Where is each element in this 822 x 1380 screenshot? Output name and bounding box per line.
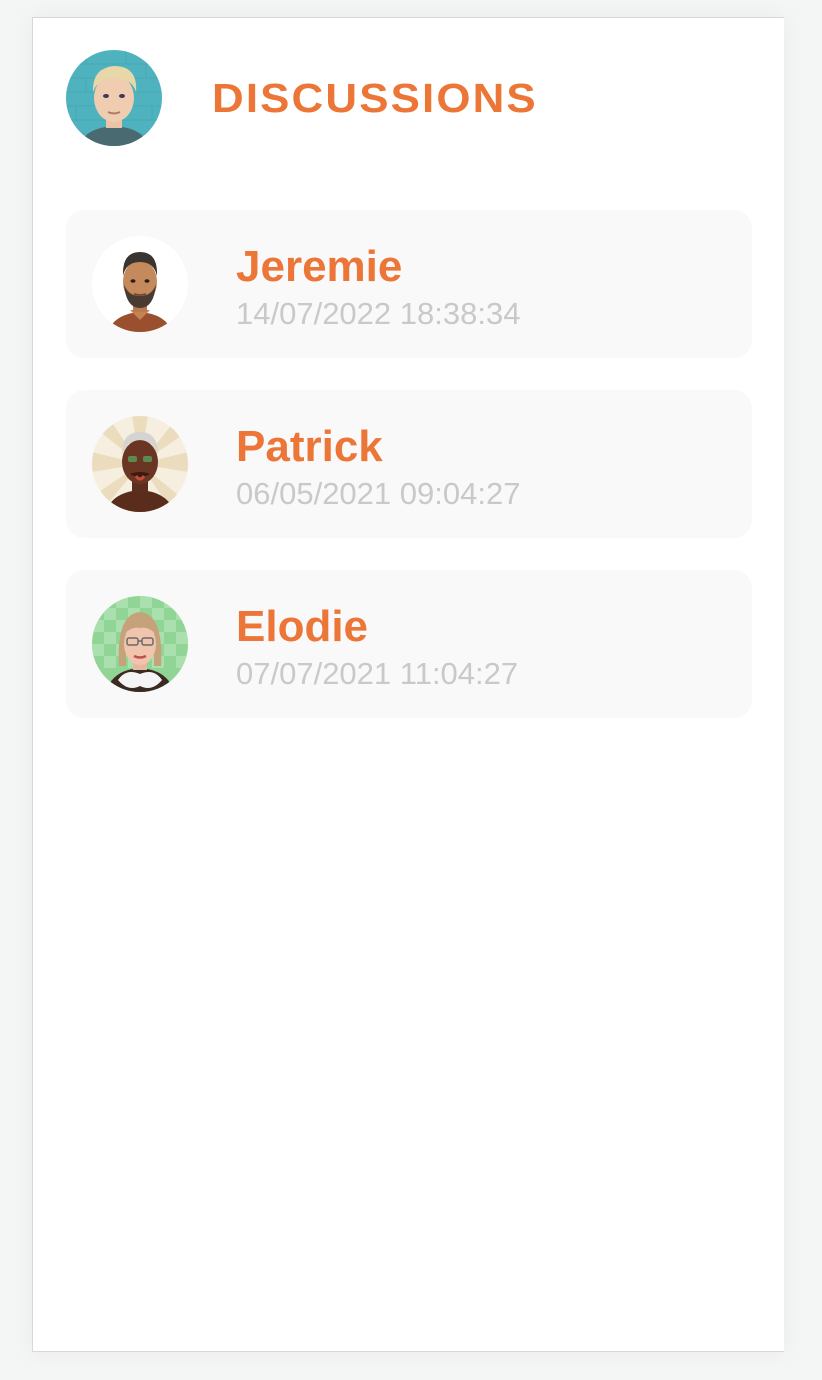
user-avatar-icon[interactable] <box>66 50 162 146</box>
conversation-item-jeremie[interactable]: Jeremie 14/07/2022 18:38:34 <box>66 210 752 358</box>
app-screen: DISCUSSIONS Jeremie 14/07/2022 18:38:34 … <box>32 17 784 1352</box>
header: DISCUSSIONS <box>66 50 746 146</box>
contact-name: Jeremie <box>236 242 403 291</box>
last-message-timestamp: 06/05/2021 09:04:27 <box>236 476 521 511</box>
conversation-item-patrick[interactable]: Patrick 06/05/2021 09:04:27 <box>66 390 752 538</box>
avatar-woman-glasses-icon <box>92 596 188 692</box>
conversation-item-elodie[interactable]: Elodie 07/07/2021 11:04:27 <box>66 570 752 718</box>
conversation-list: Jeremie 14/07/2022 18:38:34 Patrick 06/0… <box>66 210 752 750</box>
last-message-timestamp: 07/07/2021 11:04:27 <box>236 656 519 691</box>
contact-name: Elodie <box>236 602 369 651</box>
contact-name: Patrick <box>236 422 383 471</box>
page-title: DISCUSSIONS <box>212 75 538 121</box>
avatar-grey-haired-man-icon <box>92 416 188 512</box>
avatar-bearded-man-icon <box>92 236 188 332</box>
last-message-timestamp: 14/07/2022 18:38:34 <box>236 296 521 331</box>
